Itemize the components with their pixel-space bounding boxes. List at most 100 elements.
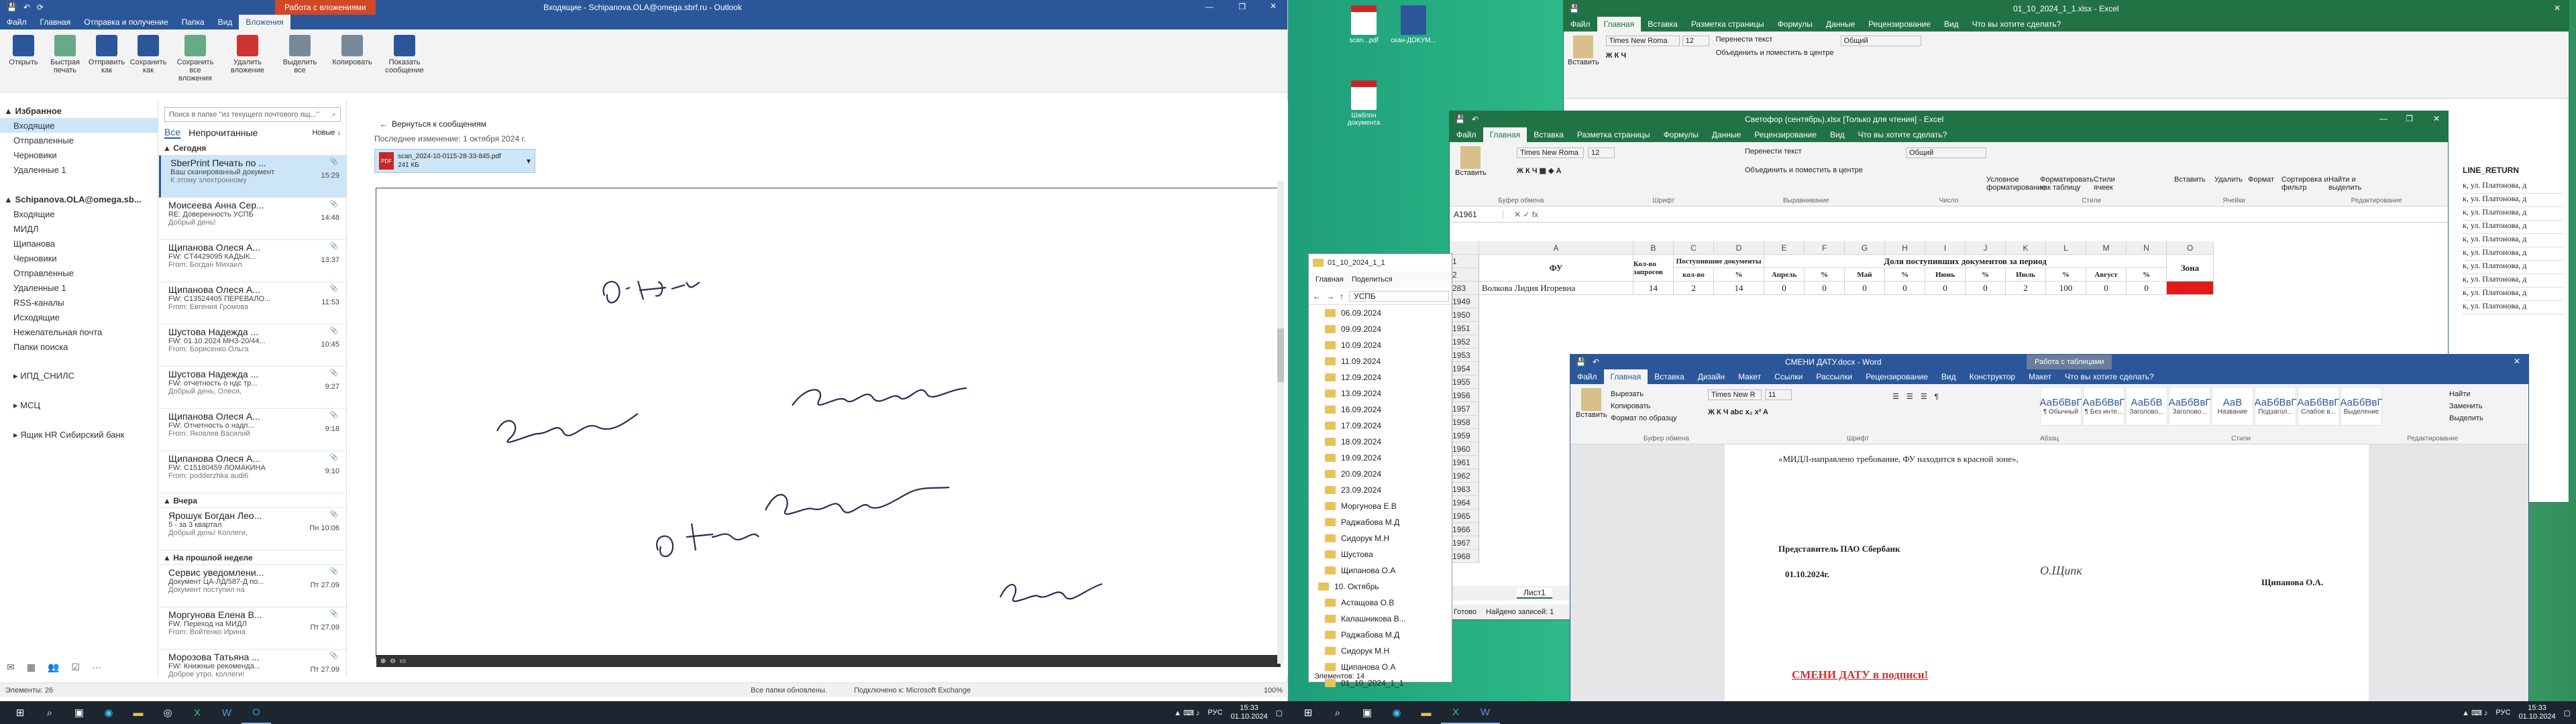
folder-item[interactable]: ▲ Избранное [0, 103, 158, 118]
back-link[interactable]: ← Вернуться к сообщениям [380, 119, 1288, 129]
tab-3[interactable]: Разметка страницы [1684, 16, 1771, 32]
back-icon[interactable]: ← [1313, 292, 1321, 301]
folder-item[interactable]: 09.09.2024 [1309, 321, 1452, 337]
filter-all[interactable]: Все [164, 127, 181, 139]
cell[interactable]: к, ул. Платонова, д [2463, 261, 2563, 274]
wrap-text[interactable]: Перенести текст [1745, 147, 1802, 156]
tab-3[interactable]: Папка [175, 15, 211, 29]
name-box[interactable]: A1961 [1450, 209, 1503, 219]
column-header[interactable]: I [1925, 241, 1966, 255]
folder-item[interactable]: Входящие [0, 118, 158, 133]
cell[interactable]: Июнь [1925, 268, 1966, 282]
chrome-icon[interactable]: ◎ [153, 701, 182, 724]
font-size[interactable]: 11 [1765, 389, 1792, 400]
message-item[interactable]: Щипанова Олеся А... FW: CT4429095 КАДЫК..… [159, 240, 346, 282]
tab-5[interactable]: Данные [1705, 127, 1748, 143]
folder-item[interactable]: 11.09.2024 [1309, 353, 1452, 369]
cell[interactable]: Август [2086, 268, 2127, 282]
number-format[interactable]: Общий [1840, 36, 1921, 46]
cell[interactable]: Зона [2167, 255, 2214, 282]
row-header[interactable]: 1962 [1450, 469, 1479, 483]
row-header[interactable]: 1954 [1450, 362, 1479, 375]
row-header[interactable]: 1959 [1450, 429, 1479, 442]
folder-item[interactable]: Входящие [0, 206, 158, 221]
close-button[interactable]: ✕ [1270, 1, 1277, 11]
cell-styles[interactable]: Стили ячеек [2094, 176, 2127, 192]
explorer-icon[interactable]: ▬ [1411, 701, 1441, 724]
ribbon-button-0[interactable]: Открыть [4, 32, 43, 69]
desktop-icon-word[interactable]: скан-ДОКУМ... [1390, 5, 1437, 44]
folder-item[interactable]: 12.09.2024 [1309, 369, 1452, 385]
style-item[interactable]: АаБбВвГ ¶ Без инте... [2082, 387, 2125, 426]
outlook-taskbar-icon[interactable]: O [241, 701, 271, 724]
zoom-in-icon[interactable]: ⊕ [380, 658, 386, 665]
ribbon-button-1[interactable]: Быстрая печать [46, 32, 85, 77]
cell[interactable]: 0 [1925, 282, 1966, 295]
ribbon-button-3[interactable]: Сохранить как [129, 32, 168, 77]
format-buttons[interactable]: Ж К Ч abc x₂ x² A [1708, 408, 1768, 416]
excel-taskbar-icon[interactable]: X [1441, 701, 1470, 724]
folder-item[interactable]: ▸ Ящик HR Сибирский банк [0, 428, 158, 442]
path[interactable]: УСПБ [1349, 290, 1449, 302]
number-format[interactable]: Общий [1906, 147, 1986, 158]
filter-unread[interactable]: Непрочитанные [189, 127, 258, 138]
row-header[interactable]: 1952 [1450, 335, 1479, 349]
tab-8[interactable]: Вид [1935, 369, 1963, 384]
folder-item[interactable] [0, 354, 158, 369]
folder-item[interactable]: 20.09.2024 [1309, 466, 1452, 482]
minimize-button[interactable]: — [1205, 2, 1214, 11]
undo-icon[interactable]: ↶ [1472, 115, 1479, 124]
search-icon[interactable]: ⌕ [35, 701, 64, 724]
calendar-icon[interactable]: ▦ [27, 662, 36, 673]
cell[interactable]: к, ул. Платонова, д [2463, 301, 2563, 314]
paragraph-buttons[interactable]: ☰ ☰ ☰ ¶ [1892, 392, 1941, 401]
copy-button[interactable]: Копировать [1611, 400, 1677, 412]
folder-item[interactable]: Сидорук М.Н [1309, 643, 1452, 659]
format-cells[interactable]: Формат [2248, 176, 2274, 184]
cell[interactable]: Волкова Лидия Игоревна [1479, 282, 1633, 295]
close-button[interactable]: ✕ [2554, 3, 2561, 13]
cell[interactable]: 2 [2006, 282, 2046, 295]
find-select[interactable]: Найти и выделить [2328, 176, 2375, 192]
row-header[interactable]: 1967 [1450, 536, 1479, 550]
cell[interactable]: % [2127, 268, 2167, 282]
cell[interactable]: к, ул. Платонова, д [2463, 194, 2563, 207]
tab-1[interactable]: Главная [1603, 369, 1648, 384]
folder-item[interactable]: Отправленные [0, 133, 158, 147]
tab-11[interactable]: Что вы хотите сделать? [2058, 369, 2161, 384]
style-item[interactable]: АаБбВвГ Слабое в... [2297, 387, 2340, 426]
style-item[interactable]: АаБбВвГ Подзагол... [2254, 387, 2297, 426]
message-item[interactable]: Шустова Надежда ... FW: отчетность о ндс … [159, 367, 346, 409]
people-icon[interactable]: 👥 [48, 662, 59, 673]
find-button[interactable]: Найти [2449, 388, 2483, 400]
tab-5[interactable]: Ссылки [1768, 369, 1809, 384]
cell[interactable]: 0 [1805, 282, 1845, 295]
tab-2[interactable]: Вставка [1648, 369, 1691, 384]
folder-item[interactable]: 06.09.2024 [1309, 305, 1452, 321]
folder-item[interactable]: Астащова О.В [1309, 595, 1452, 611]
column-header[interactable]: H [1885, 241, 1925, 255]
tab-0[interactable]: Файл [1564, 16, 1597, 32]
cell[interactable]: ФУ [1479, 255, 1633, 282]
folder-item[interactable]: Раджабова М.Д [1309, 514, 1452, 530]
column-header[interactable]: F [1805, 241, 1845, 255]
folder-item[interactable]: Удаленные 1 [0, 280, 158, 295]
tab-2[interactable]: Вставка [1641, 16, 1684, 32]
task-view-icon[interactable]: ▣ [64, 701, 94, 724]
font-name[interactable]: Times New R [1708, 389, 1762, 400]
folder-item[interactable]: Черновики [0, 147, 158, 162]
clock[interactable]: 15:33 01.10.2024 [1231, 704, 1268, 721]
folder-item[interactable]: Нежелательная почта [0, 324, 158, 339]
attachment-chip[interactable]: PDF scan_2024-10-0115-28-33-845.pdf 241 К… [374, 149, 535, 173]
message-item[interactable]: Сервис уведомлени... Документ ЦА-ЛД/587-Д… [159, 565, 346, 607]
tab-0[interactable]: Файл [1570, 369, 1604, 384]
edge-icon[interactable]: ◉ [94, 701, 123, 724]
tray-icons[interactable]: ▲ ⌨ ♪ [1174, 709, 1199, 717]
column-header[interactable]: A [1479, 241, 1633, 255]
ribbon-button-7[interactable]: Копировать [327, 32, 377, 69]
cell[interactable]: Апрель [1764, 268, 1805, 282]
ribbon-button-4[interactable]: Сохранить все вложения [170, 32, 220, 85]
group-header[interactable]: ▲ На прошлой неделе [159, 550, 346, 565]
tab-8[interactable]: Что вы хотите сделать? [1851, 127, 1954, 143]
minimize-button[interactable]: — [2379, 114, 2387, 123]
